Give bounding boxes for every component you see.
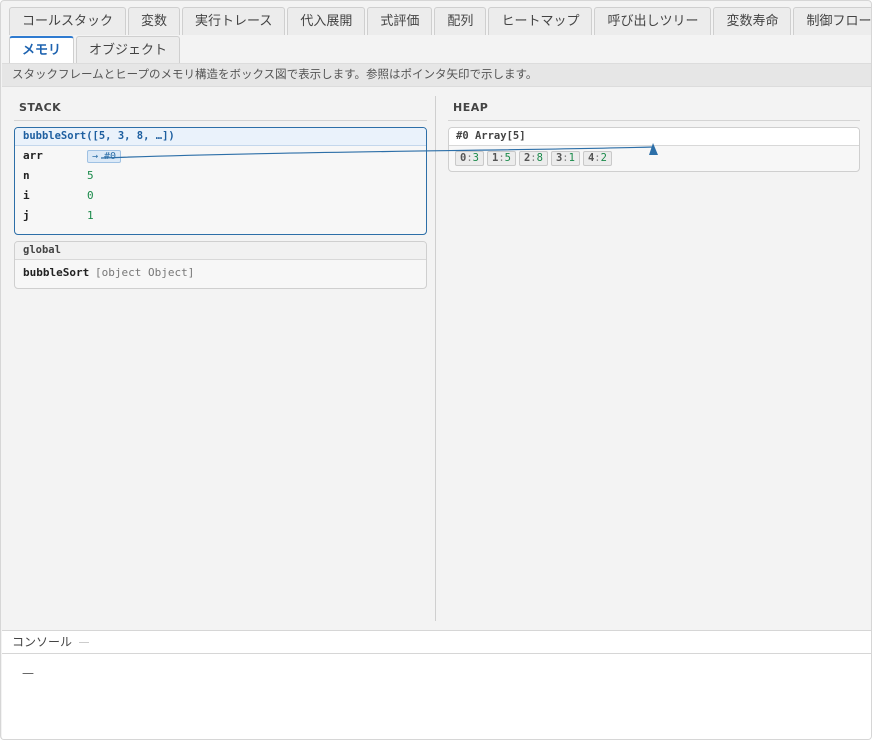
- var-value: 0: [87, 189, 94, 202]
- heap-title: HEAP: [453, 101, 489, 114]
- var-row-bubblesort: bubbleSort [object Object]: [15, 263, 426, 283]
- stack-frame-global[interactable]: global bubbleSort [object Object]: [14, 241, 427, 289]
- cell-value: 1: [568, 152, 575, 164]
- array-cell[interactable]: 4:2: [582, 151, 612, 166]
- pane-divider[interactable]: [435, 96, 436, 621]
- var-name: i: [23, 189, 30, 202]
- heap-rule: [448, 120, 860, 121]
- tab-assignment[interactable]: 代入展開: [287, 7, 366, 35]
- heap-object-header: #0 Array[5]: [449, 128, 859, 146]
- tab-expression[interactable]: 式評価: [367, 7, 433, 35]
- tab-variables[interactable]: 変数: [128, 7, 181, 35]
- tab-row-2: メモリ オブジェクト: [9, 36, 869, 65]
- array-cell[interactable]: 1:5: [486, 151, 516, 166]
- tab-control-flow[interactable]: 制御フロー: [793, 7, 871, 35]
- var-value: [object Object]: [95, 266, 195, 279]
- heap-object-array[interactable]: #0 Array[5] 0:3 1:5 2:8 3:1 4:2: [448, 127, 860, 172]
- tab-heatmap[interactable]: ヒートマップ: [488, 7, 593, 35]
- console-title: コンソール: [12, 635, 73, 649]
- cell-value: 3: [472, 152, 479, 164]
- var-row-arr: arr → #0: [15, 146, 426, 166]
- tab-object[interactable]: オブジェクト: [76, 36, 181, 64]
- pointer-badge[interactable]: → #0: [87, 150, 122, 163]
- tab-array[interactable]: 配列: [434, 7, 487, 35]
- console-output[interactable]: —: [2, 654, 871, 739]
- frame-header: global: [15, 242, 426, 260]
- var-value: 1: [87, 209, 94, 222]
- description-bar: スタックフレームとヒープのメモリ構造をボックス図で表示します。参照はポインタ矢印…: [2, 63, 871, 87]
- cell-value: 2: [600, 152, 607, 164]
- stack-title: STACK: [19, 101, 62, 114]
- console-line: —: [22, 666, 34, 680]
- frame-header: bubbleSort([5, 3, 8, …]): [15, 128, 426, 146]
- stack-frame-bubblesort[interactable]: bubbleSort([5, 3, 8, …]) arr → #0 n 5 i …: [14, 127, 427, 235]
- cell-value: 5: [504, 152, 511, 164]
- var-name: j: [23, 209, 30, 222]
- tab-row-1: コールスタック 変数 実行トレース 代入展開 式評価 配列 ヒートマップ 呼び出…: [9, 7, 871, 36]
- tab-memory[interactable]: メモリ: [9, 36, 75, 64]
- var-name: bubbleSort: [23, 266, 90, 279]
- tab-lifetime[interactable]: 変数寿命: [713, 7, 792, 35]
- console-header-mark: [79, 642, 90, 643]
- var-row-i: i 0: [15, 186, 426, 206]
- tab-exec-trace[interactable]: 実行トレース: [182, 7, 286, 35]
- array-cell[interactable]: 0:3: [455, 151, 484, 166]
- var-name: arr: [23, 149, 43, 162]
- array-cells: 0:3 1:5 2:8 3:1 4:2: [449, 146, 859, 171]
- stack-rule: [14, 120, 427, 121]
- array-cell[interactable]: 3:1: [550, 151, 580, 166]
- var-row-n: n 5: [15, 166, 426, 186]
- tab-callstack[interactable]: コールスタック: [9, 7, 127, 35]
- tab-bar: コールスタック 変数 実行トレース 代入展開 式評価 配列 ヒートマップ 呼び出…: [9, 7, 871, 65]
- memory-visualizer-window: コールスタック 変数 実行トレース 代入展開 式評価 配列 ヒートマップ 呼び出…: [0, 0, 872, 740]
- var-name: n: [23, 169, 30, 182]
- console-header: コンソール: [2, 630, 871, 654]
- array-cell[interactable]: 2:8: [518, 151, 548, 166]
- tab-call-tree[interactable]: 呼び出しツリー: [594, 7, 712, 35]
- var-value: 5: [87, 169, 94, 182]
- cell-value: 8: [536, 152, 543, 164]
- var-row-j: j 1: [15, 206, 426, 226]
